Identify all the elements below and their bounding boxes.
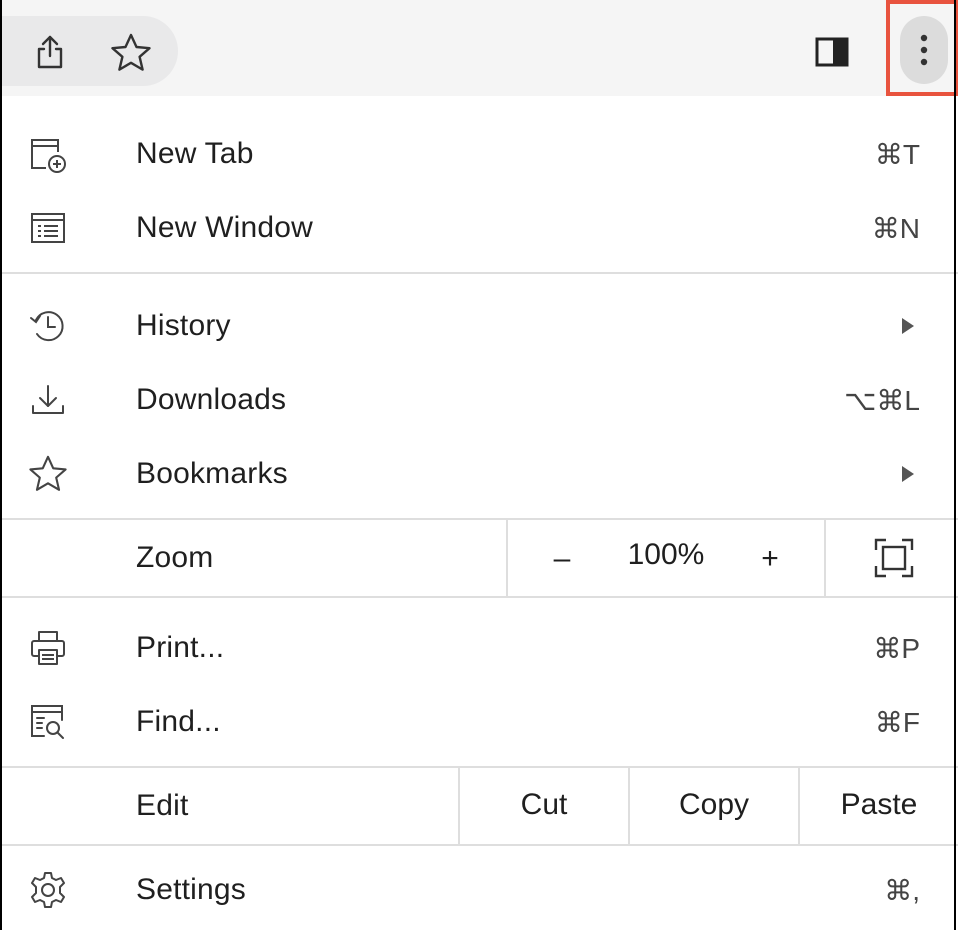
window-frame xyxy=(0,0,956,930)
